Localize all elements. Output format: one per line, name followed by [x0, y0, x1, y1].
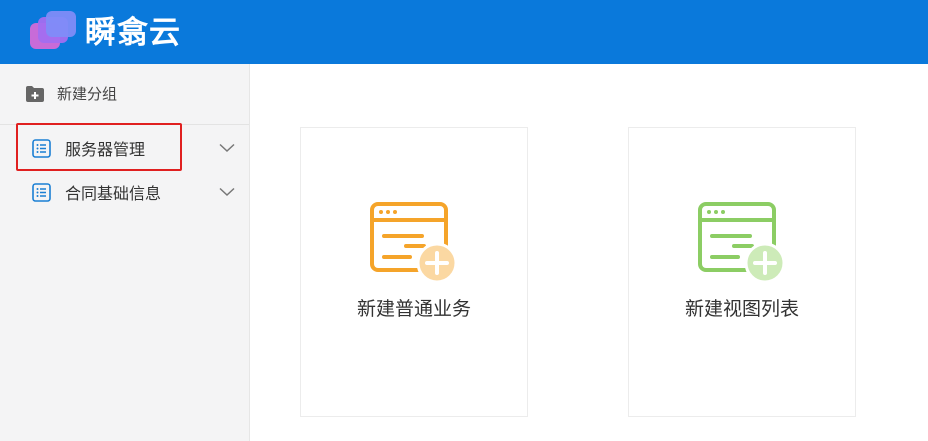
sidebar-item-label: 合同基础信息: [65, 184, 162, 203]
brand-name: 瞬翕云: [85, 15, 181, 51]
card-label: 新建普通业务: [356, 298, 471, 320]
new-group-button[interactable]: 新建分组: [0, 64, 249, 125]
chevron-down-icon[interactable]: [219, 187, 235, 197]
top-header: 瞬翕云: [0, 0, 928, 64]
window-add-icon: [698, 202, 786, 282]
window-add-icon: [370, 202, 458, 282]
new-business-card[interactable]: 新建普通业务: [300, 127, 528, 417]
new-view-list-card[interactable]: 新建视图列表: [628, 127, 856, 417]
chevron-down-icon[interactable]: [219, 143, 235, 153]
new-group-label: 新建分组: [57, 85, 118, 103]
brand-logo-icon[interactable]: [28, 11, 80, 53]
card-label: 新建视图列表: [684, 298, 799, 320]
sidebar: 新建分组 服务器管理 合同基础信息: [0, 64, 250, 441]
highlight-box: [16, 123, 182, 171]
sidebar-item-contract-info[interactable]: 合同基础信息: [0, 172, 249, 216]
folder-add-icon: [26, 86, 44, 102]
list-icon: [32, 183, 51, 202]
